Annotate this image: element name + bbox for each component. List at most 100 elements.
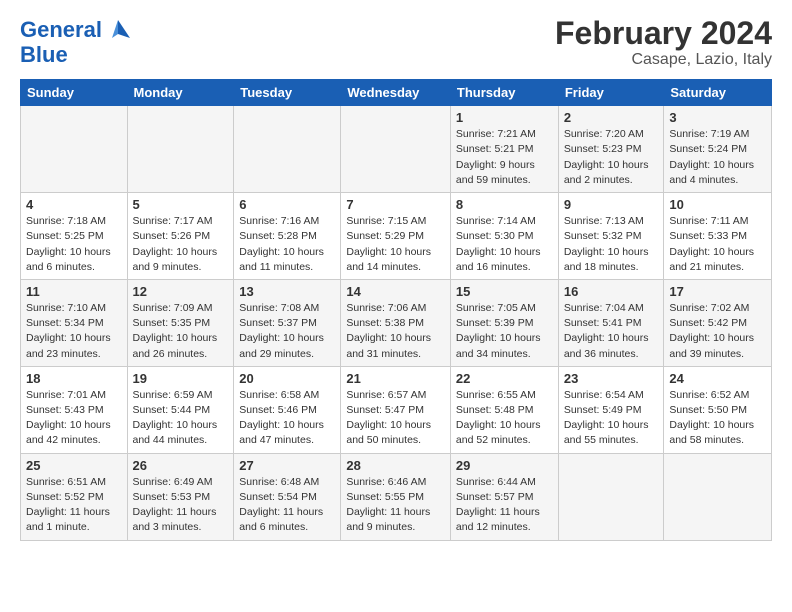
table-row: 13Sunrise: 7:08 AMSunset: 5:37 PMDayligh… xyxy=(234,279,341,366)
table-row: 2Sunrise: 7:20 AMSunset: 5:23 PMDaylight… xyxy=(558,106,664,193)
col-thursday: Thursday xyxy=(450,80,558,106)
day-number: 22 xyxy=(456,371,553,386)
day-number: 27 xyxy=(239,458,335,473)
day-number: 12 xyxy=(133,284,229,299)
day-info: Sunrise: 6:44 AMSunset: 5:57 PMDaylight:… xyxy=(456,475,553,536)
day-info: Sunrise: 6:49 AMSunset: 5:53 PMDaylight:… xyxy=(133,475,229,536)
day-info: Sunrise: 7:13 AMSunset: 5:32 PMDaylight:… xyxy=(564,214,659,275)
day-number: 14 xyxy=(346,284,445,299)
table-row: 16Sunrise: 7:04 AMSunset: 5:41 PMDayligh… xyxy=(558,279,664,366)
page: General Blue February 2024 Casape, Lazio… xyxy=(0,0,792,553)
table-row: 11Sunrise: 7:10 AMSunset: 5:34 PMDayligh… xyxy=(21,279,128,366)
calendar-row-0: 1Sunrise: 7:21 AMSunset: 5:21 PMDaylight… xyxy=(21,106,772,193)
col-tuesday: Tuesday xyxy=(234,80,341,106)
day-info: Sunrise: 7:18 AMSunset: 5:25 PMDaylight:… xyxy=(26,214,122,275)
day-info: Sunrise: 7:04 AMSunset: 5:41 PMDaylight:… xyxy=(564,301,659,362)
day-info: Sunrise: 6:52 AMSunset: 5:50 PMDaylight:… xyxy=(669,388,766,449)
table-row: 19 Sunrise: 6:59 AMSunset: 5:44 PMDayligh… xyxy=(127,366,234,453)
day-info: Sunrise: 6:59 AMSunset: 5:44 PMDaylight:… xyxy=(133,388,229,449)
day-info: Sunrise: 6:48 AMSunset: 5:54 PMDaylight:… xyxy=(239,475,335,536)
day-number: 1 xyxy=(456,110,553,125)
table-row: 3 Sunrise: 7:19 AMSunset: 5:24 PMDaylight… xyxy=(664,106,772,193)
subtitle: Casape, Lazio, Italy xyxy=(555,51,772,69)
table-row: 10Sunrise: 7:11 AMSunset: 5:33 PMDayligh… xyxy=(664,193,772,280)
calendar-header-row: Sunday Monday Tuesday Wednesday Thursday… xyxy=(21,80,772,106)
day-number: 25 xyxy=(26,458,122,473)
calendar-row-2: 11Sunrise: 7:10 AMSunset: 5:34 PMDayligh… xyxy=(21,279,772,366)
day-number: 17 xyxy=(669,284,766,299)
col-friday: Friday xyxy=(558,80,664,106)
table-row: 1Sunrise: 7:21 AMSunset: 5:21 PMDaylight… xyxy=(450,106,558,193)
table-row: 7Sunrise: 7:15 AMSunset: 5:29 PMDaylight… xyxy=(341,193,451,280)
day-info: Sunrise: 7:14 AMSunset: 5:30 PMDaylight:… xyxy=(456,214,553,275)
day-number: 26 xyxy=(133,458,229,473)
day-number: 8 xyxy=(456,197,553,212)
table-row: 20 Sunrise: 6:58 AMSunset: 5:46 PMDayligh… xyxy=(234,366,341,453)
col-sunday: Sunday xyxy=(21,80,128,106)
day-number: 3 xyxy=(669,110,766,125)
table-row: 8 Sunrise: 7:14 AMSunset: 5:30 PMDaylight… xyxy=(450,193,558,280)
table-row xyxy=(127,106,234,193)
day-info: Sunrise: 6:57 AMSunset: 5:47 PMDaylight:… xyxy=(346,388,445,449)
table-row: 26 Sunrise: 6:49 AMSunset: 5:53 PMDayligh… xyxy=(127,453,234,540)
day-number: 9 xyxy=(564,197,659,212)
day-info: Sunrise: 6:51 AMSunset: 5:52 PMDaylight:… xyxy=(26,475,122,536)
logo-general: General xyxy=(20,17,102,42)
table-row xyxy=(558,453,664,540)
table-row: 25 Sunrise: 6:51 AMSunset: 5:52 PMDayligh… xyxy=(21,453,128,540)
day-info: Sunrise: 7:06 AMSunset: 5:38 PMDaylight:… xyxy=(346,301,445,362)
calendar-row-4: 25 Sunrise: 6:51 AMSunset: 5:52 PMDayligh… xyxy=(21,453,772,540)
day-info: Sunrise: 7:19 AMSunset: 5:24 PMDaylight:… xyxy=(669,127,766,188)
logo-text: General xyxy=(20,19,102,41)
calendar-table: Sunday Monday Tuesday Wednesday Thursday… xyxy=(20,79,772,540)
table-row: 22 Sunrise: 6:55 AMSunset: 5:48 PMDayligh… xyxy=(450,366,558,453)
table-row: 23Sunrise: 6:54 AMSunset: 5:49 PMDayligh… xyxy=(558,366,664,453)
day-number: 28 xyxy=(346,458,445,473)
table-row xyxy=(234,106,341,193)
day-info: Sunrise: 7:05 AMSunset: 5:39 PMDaylight:… xyxy=(456,301,553,362)
day-number: 5 xyxy=(133,197,229,212)
table-row: 4 Sunrise: 7:18 AMSunset: 5:25 PMDaylight… xyxy=(21,193,128,280)
table-row: 15 Sunrise: 7:05 AMSunset: 5:39 PMDayligh… xyxy=(450,279,558,366)
day-info: Sunrise: 6:54 AMSunset: 5:49 PMDaylight:… xyxy=(564,388,659,449)
calendar-row-3: 18Sunrise: 7:01 AMSunset: 5:43 PMDayligh… xyxy=(21,366,772,453)
table-row: 14 Sunrise: 7:06 AMSunset: 5:38 PMDayligh… xyxy=(341,279,451,366)
logo-icon xyxy=(104,16,132,44)
table-row: 21Sunrise: 6:57 AMSunset: 5:47 PMDayligh… xyxy=(341,366,451,453)
header: General Blue February 2024 Casape, Lazio… xyxy=(20,16,772,69)
day-info: Sunrise: 7:10 AMSunset: 5:34 PMDaylight:… xyxy=(26,301,122,362)
day-number: 15 xyxy=(456,284,553,299)
day-number: 19 xyxy=(133,371,229,386)
table-row: 12 Sunrise: 7:09 AMSunset: 5:35 PMDayligh… xyxy=(127,279,234,366)
calendar-row-1: 4 Sunrise: 7:18 AMSunset: 5:25 PMDaylight… xyxy=(21,193,772,280)
table-row xyxy=(664,453,772,540)
main-title: February 2024 xyxy=(555,16,772,51)
table-row: 18Sunrise: 7:01 AMSunset: 5:43 PMDayligh… xyxy=(21,366,128,453)
day-number: 24 xyxy=(669,371,766,386)
table-row: 6 Sunrise: 7:16 AMSunset: 5:28 PMDaylight… xyxy=(234,193,341,280)
day-number: 6 xyxy=(239,197,335,212)
table-row: 27 Sunrise: 6:48 AMSunset: 5:54 PMDayligh… xyxy=(234,453,341,540)
day-info: Sunrise: 6:55 AMSunset: 5:48 PMDaylight:… xyxy=(456,388,553,449)
table-row: 24 Sunrise: 6:52 AMSunset: 5:50 PMDayligh… xyxy=(664,366,772,453)
day-info: Sunrise: 7:20 AMSunset: 5:23 PMDaylight:… xyxy=(564,127,659,188)
day-number: 13 xyxy=(239,284,335,299)
table-row: 29 Sunrise: 6:44 AMSunset: 5:57 PMDayligh… xyxy=(450,453,558,540)
day-number: 29 xyxy=(456,458,553,473)
day-info: Sunrise: 7:02 AMSunset: 5:42 PMDaylight:… xyxy=(669,301,766,362)
day-info: Sunrise: 7:11 AMSunset: 5:33 PMDaylight:… xyxy=(669,214,766,275)
col-monday: Monday xyxy=(127,80,234,106)
day-number: 4 xyxy=(26,197,122,212)
col-saturday: Saturday xyxy=(664,80,772,106)
day-info: Sunrise: 7:16 AMSunset: 5:28 PMDaylight:… xyxy=(239,214,335,275)
day-number: 20 xyxy=(239,371,335,386)
day-number: 18 xyxy=(26,371,122,386)
table-row: 28 Sunrise: 6:46 AMSunset: 5:55 PMDayligh… xyxy=(341,453,451,540)
day-info: Sunrise: 6:58 AMSunset: 5:46 PMDaylight:… xyxy=(239,388,335,449)
table-row: 17 Sunrise: 7:02 AMSunset: 5:42 PMDayligh… xyxy=(664,279,772,366)
day-info: Sunrise: 7:09 AMSunset: 5:35 PMDaylight:… xyxy=(133,301,229,362)
day-number: 7 xyxy=(346,197,445,212)
day-info: Sunrise: 6:46 AMSunset: 5:55 PMDaylight:… xyxy=(346,475,445,536)
table-row: 5Sunrise: 7:17 AMSunset: 5:26 PMDaylight… xyxy=(127,193,234,280)
title-block: February 2024 Casape, Lazio, Italy xyxy=(555,16,772,69)
